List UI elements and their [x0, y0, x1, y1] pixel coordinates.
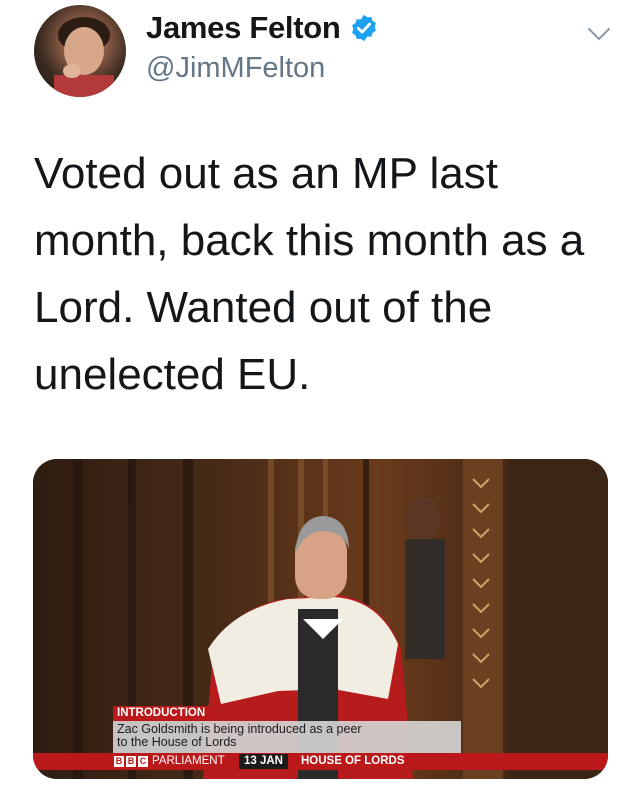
author-avatar[interactable] — [34, 5, 126, 97]
ticker-bar: B B C PARLIAMENT 13 JAN HOUSE OF LORDS — [33, 753, 608, 770]
ticker-date: 13 JAN — [239, 754, 288, 769]
author-handle[interactable]: @JimMFelton — [146, 52, 325, 85]
verified-badge-icon — [351, 14, 376, 42]
tweet-media[interactable]: INTRODUCTION Zac Goldsmith is being intr… — [33, 459, 608, 779]
chevron-down-icon[interactable] — [586, 24, 612, 44]
ticker-location: HOUSE OF LORDS — [301, 755, 405, 767]
bbc-logo-letter: B — [126, 756, 136, 767]
bbc-logo-letter: C — [138, 756, 148, 767]
avatar-image — [54, 17, 114, 97]
bbc-logo: B B C — [114, 756, 148, 767]
ticker-channel: PARLIAMENT — [152, 755, 225, 767]
bbc-logo-letter: B — [114, 756, 124, 767]
segment-label: INTRODUCTION — [113, 706, 210, 721]
caption-line-2: to the House of Lords — [117, 735, 237, 749]
caption-box: Zac Goldsmith is being introduced as a p… — [113, 721, 461, 755]
tweet-text: Voted out as an MP last month, back this… — [34, 149, 585, 399]
tweet-header: James Felton @JimMFelton — [0, 0, 640, 110]
author-display-name[interactable]: James Felton — [146, 10, 341, 46]
